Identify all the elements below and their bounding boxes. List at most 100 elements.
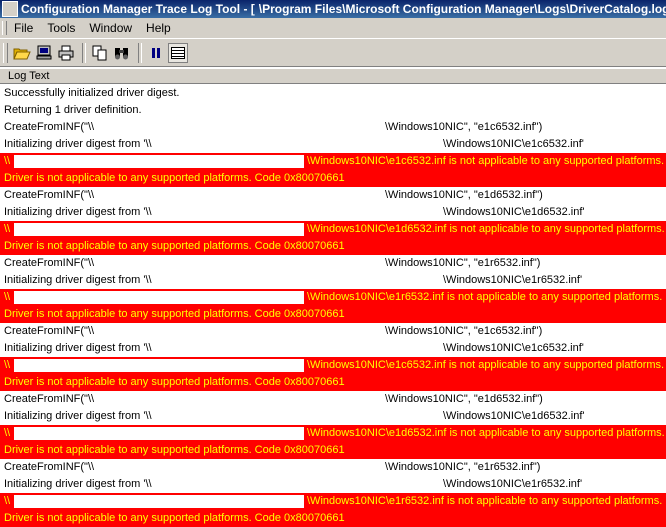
log-row-text: Initializing driver digest from '\\ [4,138,152,150]
log-row-error[interactable]: Driver is not applicable to any supporte… [0,374,666,391]
log-row-text: \Windows10NIC", "e1r6532.inf") [385,257,541,269]
log-row-text: Initializing driver digest from '\\ [4,342,152,354]
log-row-text: \\ [4,359,11,371]
log-row-text: \\ [4,427,11,439]
log-row-text: \\ [4,495,11,507]
log-row-text: \\ [4,223,11,235]
title-bar: Configuration Manager Trace Log Tool - [… [0,0,666,18]
menu-tools[interactable]: Tools [40,21,82,35]
menu-help[interactable]: Help [139,21,178,35]
log-row-text: \Windows10NIC", "e1r6532.inf") [385,461,541,473]
log-row-error[interactable]: Driver is not applicable to any supporte… [0,442,666,459]
toolbar-separator [82,42,86,63]
log-row-error[interactable]: Driver is not applicable to any supporte… [0,238,666,255]
log-row-text: Returning 1 driver definition. [4,104,142,116]
log-row[interactable]: Initializing driver digest from '\\ \Wind… [0,476,666,493]
log-row-text: Initializing driver digest from '\\ [4,410,152,422]
log-row-error[interactable]: \\ \Windows10NIC\e1c6532.inf is not appli… [0,357,666,374]
log-row-text: CreateFromINF("\\ [4,393,95,405]
log-row-text: \Windows10NIC\e1r6532.inf is not applica… [307,291,663,303]
log-row-text: Driver is not applicable to any supporte… [4,444,345,456]
log-row[interactable]: CreateFromINF("\\ \Windows10NIC", "e1c653… [0,119,666,136]
log-row[interactable]: Returning 1 driver definition. [0,102,666,119]
log-row-text: \Windows10NIC\e1d6532.inf is not applica… [307,223,665,235]
menu-file[interactable]: File [7,21,40,35]
log-row-error[interactable]: \\ \Windows10NIC\e1d6532.inf is not appli… [0,221,666,238]
redacted-path-box [14,223,304,236]
log-row[interactable]: CreateFromINF("\\ \Windows10NIC", "e1c653… [0,323,666,340]
log-row-text: Driver is not applicable to any supporte… [4,308,345,320]
log-row-text: \Windows10NIC\e1c6532.inf is not applica… [307,155,665,167]
log-row-text: CreateFromINF("\\ [4,121,95,133]
menu-bar: File Tools Window Help [0,18,666,39]
column-log-text[interactable]: Log Text [0,70,49,82]
log-row-error[interactable]: Driver is not applicable to any supporte… [0,510,666,527]
log-row-text: \Windows10NIC", "e1c6532.inf") [385,325,543,337]
log-row-error[interactable]: Driver is not applicable to any supporte… [0,306,666,323]
log-row-text: CreateFromINF("\\ [4,189,95,201]
column-header: Log Text [0,68,666,84]
copy-icon[interactable] [90,43,110,63]
log-row[interactable]: Initializing driver digest from '\\ \Wind… [0,408,666,425]
log-row-text: Successfully initialized driver digest. [4,87,180,99]
log-row[interactable]: Initializing driver digest from '\\ \Wind… [0,136,666,153]
redacted-path-box [14,359,304,372]
log-row-text: Driver is not applicable to any supporte… [4,172,345,184]
log-row-text: Initializing driver digest from '\\ [4,478,152,490]
pause-glyph [152,47,160,58]
log-row-text: \Windows10NIC", "e1c6532.inf") [385,121,543,133]
log-row-error[interactable]: \\ \Windows10NIC\e1r6532.inf is not appli… [0,493,666,510]
computer-icon[interactable] [34,43,54,63]
log-row-text: \\ [4,155,11,167]
redacted-path-box [14,155,304,168]
lines-glyph [171,46,185,59]
toolbar [0,39,666,67]
log-row-text: \Windows10NIC\e1r6532.inf' [443,478,583,490]
log-row-text: \Windows10NIC\e1c6532.inf is not applica… [307,359,665,371]
log-row-text: Driver is not applicable to any supporte… [4,512,345,524]
log-row-text: CreateFromINF("\\ [4,325,95,337]
window-title-path: \Program Files\Microsoft Configuration M… [258,2,666,16]
log-row[interactable]: Initializing driver digest from '\\ \Wind… [0,272,666,289]
log-row-text: \\ [4,291,11,303]
log-row-text: Initializing driver digest from '\\ [4,206,152,218]
app-icon [2,1,18,17]
window-title-prefix: Configuration Manager Trace Log Tool - [ [21,2,255,16]
log-row-text: Initializing driver digest from '\\ [4,274,152,286]
log-row-text: \Windows10NIC\e1r6532.inf' [443,274,583,286]
log-row[interactable]: CreateFromINF("\\ \Windows10NIC", "e1d653… [0,187,666,204]
log-row[interactable]: CreateFromINF("\\ \Windows10NIC", "e1r653… [0,459,666,476]
log-row-text: Driver is not applicable to any supporte… [4,376,345,388]
print-icon[interactable] [56,43,76,63]
pause-icon[interactable] [146,43,166,63]
log-row-text: \Windows10NIC", "e1d6532.inf") [385,189,543,201]
menu-window[interactable]: Window [82,21,139,35]
log-row-error[interactable]: \\ \Windows10NIC\e1c6532.inf is not appli… [0,153,666,170]
log-row[interactable]: Initializing driver digest from '\\ \Wind… [0,204,666,221]
log-row-text: \Windows10NIC\e1d6532.inf is not applica… [307,427,665,439]
log-row-text: \Windows10NIC\e1c6532.inf' [443,138,584,150]
log-row-text: Driver is not applicable to any supporte… [4,240,345,252]
log-row[interactable]: Successfully initialized driver digest. [0,85,666,102]
find-icon[interactable] [112,43,132,63]
toolbar-separator [138,42,142,63]
log-row-text: CreateFromINF("\\ [4,257,95,269]
log-row-text: \Windows10NIC\e1d6532.inf' [443,206,585,218]
log-row[interactable]: Initializing driver digest from '\\ \Wind… [0,340,666,357]
toolbar-grip[interactable] [3,42,8,63]
log-row[interactable]: CreateFromINF("\\ \Windows10NIC", "e1r653… [0,255,666,272]
log-row-text: \Windows10NIC", "e1d6532.inf") [385,393,543,405]
log-rows: Successfully initialized driver digest. R… [0,85,666,527]
redacted-path-box [14,291,304,304]
log-view-icon[interactable] [168,42,188,63]
redacted-path-box [14,427,304,440]
log-row-text: \Windows10NIC\e1c6532.inf' [443,342,584,354]
redacted-path-box [14,495,304,508]
log-row-error[interactable]: \\ \Windows10NIC\e1r6532.inf is not appli… [0,289,666,306]
log-row-error[interactable]: Driver is not applicable to any supporte… [0,170,666,187]
open-folder-icon[interactable] [12,43,32,63]
log-row-error[interactable]: \\ \Windows10NIC\e1d6532.inf is not appli… [0,425,666,442]
log-row[interactable]: CreateFromINF("\\ \Windows10NIC", "e1d653… [0,391,666,408]
log-row-text: CreateFromINF("\\ [4,461,95,473]
log-row-text: \Windows10NIC\e1d6532.inf' [443,410,585,422]
